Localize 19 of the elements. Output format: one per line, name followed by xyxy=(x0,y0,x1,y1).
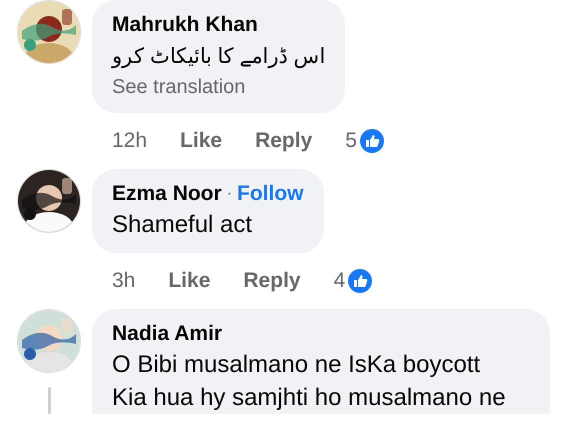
reaction-count: 4 xyxy=(334,269,346,293)
author-name[interactable]: Nadia Amir xyxy=(112,320,222,348)
follow-link[interactable]: Follow xyxy=(237,180,304,208)
reaction-count: 5 xyxy=(345,129,357,153)
author-name[interactable]: Ezma Noor xyxy=(112,180,222,208)
like-link[interactable]: Like xyxy=(180,129,222,153)
like-link[interactable]: Like xyxy=(168,269,210,293)
thumbs-up-icon xyxy=(360,129,384,153)
comment-text: Shameful act xyxy=(112,211,252,238)
reply-link[interactable]: Reply xyxy=(243,269,301,293)
author-name[interactable]: Mahrukh Khan xyxy=(112,11,258,39)
thumbs-up-icon xyxy=(348,269,372,293)
comment-time: 12h xyxy=(112,129,148,153)
separator-dot-icon: · xyxy=(226,185,232,203)
comment-text: اس ڈرامے کا بائیکاٹ کرو xyxy=(112,45,326,68)
reply-link[interactable]: Reply xyxy=(255,129,312,153)
comment-text: O Bibi musalmano ne IsKa boycott Kia hua hy samjhti ho musalmano ne xyxy=(112,351,506,411)
see-translation-link[interactable]: See translation xyxy=(112,76,246,98)
comment-time: 3h xyxy=(112,269,136,293)
